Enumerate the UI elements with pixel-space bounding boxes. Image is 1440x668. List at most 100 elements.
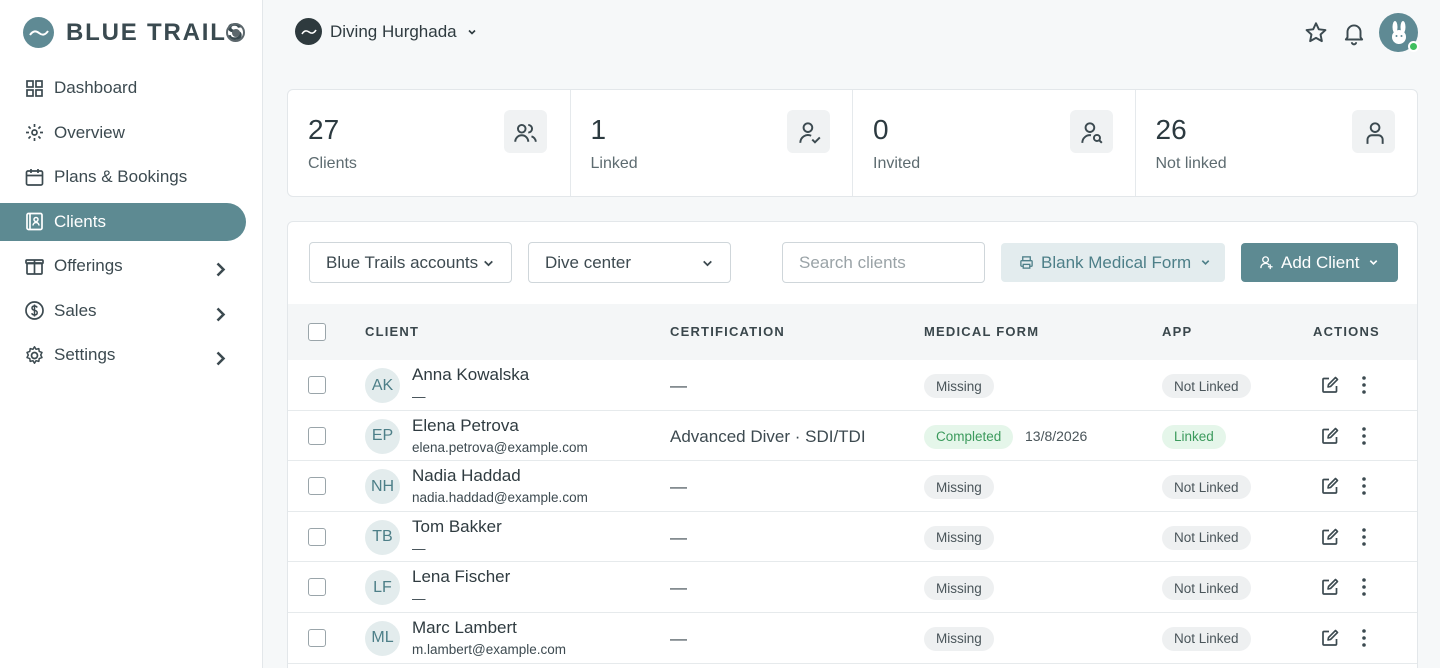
clients-table: CLIENT CERTIFICATION MEDICAL FORM APP AC… bbox=[288, 304, 1417, 664]
header-app[interactable]: APP bbox=[1162, 324, 1192, 339]
user-check-icon bbox=[787, 110, 830, 153]
stat-label: Invited bbox=[873, 155, 921, 172]
row-checkbox[interactable] bbox=[308, 376, 326, 394]
client-certification: Advanced Diver · SDI/TDI bbox=[670, 426, 866, 446]
blank-medical-form-label: Blank Medical Form bbox=[1041, 252, 1192, 272]
client-certification: — bbox=[670, 376, 687, 395]
edit-icon[interactable] bbox=[1320, 628, 1340, 648]
sidebar-toggle-icon[interactable] bbox=[226, 23, 245, 42]
edit-icon[interactable] bbox=[1320, 527, 1340, 547]
chevron-down-icon bbox=[1370, 260, 1378, 266]
client-email: — bbox=[412, 591, 426, 607]
chevron-right-icon bbox=[216, 262, 226, 277]
sidebar-item-settings[interactable]: Settings bbox=[0, 336, 263, 374]
table-row[interactable]: AK Anna Kowalska — — Missing Not Linked bbox=[288, 360, 1417, 411]
search-input[interactable] bbox=[782, 242, 985, 283]
sidebar-item-label: Sales bbox=[54, 300, 97, 320]
stat-invited: 0 Invited bbox=[852, 90, 1135, 196]
app-status-badge: Not Linked bbox=[1162, 626, 1251, 651]
row-checkbox[interactable] bbox=[308, 426, 326, 445]
app-status-badge: Linked bbox=[1162, 424, 1226, 449]
sidebar-item-dashboard[interactable]: Dashboard bbox=[0, 69, 263, 107]
row-checkbox[interactable] bbox=[308, 628, 326, 647]
client-certification: — bbox=[670, 477, 687, 497]
chevron-right-icon bbox=[216, 307, 226, 321]
add-client-button[interactable]: Add Client bbox=[1241, 243, 1398, 282]
account-filter-select[interactable]: Blue Trails accounts bbox=[309, 242, 512, 283]
client-certification: — bbox=[670, 628, 687, 648]
user-icon bbox=[1352, 110, 1395, 153]
printer-icon bbox=[1020, 256, 1033, 269]
row-checkbox[interactable] bbox=[308, 527, 326, 546]
dollar-icon bbox=[25, 301, 44, 320]
client-name[interactable]: Elena Petrova bbox=[412, 416, 519, 436]
medical-form-badge: Missing bbox=[924, 374, 994, 398]
clients-icon bbox=[26, 212, 43, 231]
sidebar-item-offerings[interactable]: Offerings bbox=[0, 247, 263, 285]
account-filter-value: Blue Trails accounts bbox=[326, 252, 479, 272]
bell-icon[interactable] bbox=[1341, 20, 1367, 46]
edit-icon[interactable] bbox=[1320, 577, 1340, 597]
more-vertical-icon[interactable] bbox=[1354, 576, 1374, 598]
client-name[interactable]: Nadia Haddad bbox=[412, 466, 521, 486]
edit-icon[interactable] bbox=[1320, 426, 1340, 446]
client-avatar: NH bbox=[365, 469, 400, 505]
header-client[interactable]: CLIENT bbox=[365, 324, 419, 339]
table-row[interactable]: ML Marc Lambert m.lambert@example.com — Miss… bbox=[288, 613, 1417, 664]
user-plus-icon bbox=[1260, 256, 1273, 270]
brand-logo-icon bbox=[23, 17, 54, 48]
sidebar-item-plans-bookings[interactable]: Plans & Bookings bbox=[0, 158, 263, 196]
more-vertical-icon[interactable] bbox=[1354, 425, 1374, 447]
client-certification: — bbox=[670, 527, 687, 547]
sidebar-item-overview[interactable]: Overview bbox=[0, 114, 263, 152]
medical-form-badge: Missing bbox=[924, 626, 994, 651]
client-avatar: LF bbox=[365, 570, 400, 606]
sidebar-item-label: Clients bbox=[54, 211, 106, 231]
more-vertical-icon[interactable] bbox=[1354, 627, 1374, 649]
blank-medical-form-button[interactable]: Blank Medical Form bbox=[1001, 243, 1225, 282]
sidebar-item-clients[interactable]: Clients bbox=[0, 202, 246, 241]
brand[interactable]: BLUE TRAILS bbox=[23, 17, 244, 48]
table-row[interactable]: EP Elena Petrova elena.petrova@example.com… bbox=[288, 411, 1417, 462]
sidebar-item-sales[interactable]: Sales bbox=[0, 292, 263, 330]
users-icon bbox=[503, 110, 547, 153]
table-row[interactable]: LF Lena Fischer — — Missing Not Linked bbox=[288, 562, 1417, 613]
table-row[interactable]: NH Nadia Haddad nadia.haddad@example.com — M… bbox=[288, 461, 1417, 512]
client-email: — bbox=[412, 540, 426, 556]
chevron-down-icon bbox=[703, 260, 712, 267]
row-checkbox[interactable] bbox=[308, 477, 326, 496]
more-vertical-icon[interactable] bbox=[1354, 475, 1374, 497]
client-name[interactable]: Lena Fischer bbox=[412, 567, 510, 587]
edit-icon[interactable] bbox=[1320, 375, 1340, 395]
more-vertical-icon[interactable] bbox=[1354, 526, 1374, 548]
header-actions: ACTIONS bbox=[1313, 324, 1380, 339]
header-certification[interactable]: CERTIFICATION bbox=[670, 324, 785, 339]
medical-form-badge: Missing bbox=[924, 576, 994, 601]
more-vertical-icon[interactable] bbox=[1354, 374, 1374, 396]
online-status-dot bbox=[1408, 41, 1419, 52]
user-avatar[interactable] bbox=[1379, 13, 1419, 52]
app-status-badge: Not Linked bbox=[1162, 374, 1251, 398]
client-name[interactable]: Anna Kowalska bbox=[412, 365, 529, 385]
client-name[interactable]: Marc Lambert bbox=[412, 618, 517, 638]
client-email: m.lambert@example.com bbox=[412, 641, 566, 657]
star-icon[interactable] bbox=[1303, 20, 1329, 46]
edit-icon[interactable] bbox=[1320, 476, 1340, 496]
dive-center-select[interactable]: Dive center bbox=[528, 242, 731, 283]
sidebar-nav: Dashboard Overview Plans & Bookings Clients… bbox=[0, 69, 263, 381]
app-status-badge: Not Linked bbox=[1162, 576, 1251, 601]
sidebar-item-label: Dashboard bbox=[54, 78, 138, 97]
client-certification: — bbox=[670, 578, 687, 598]
offerings-icon bbox=[25, 258, 44, 275]
org-name: Diving Hurghada bbox=[330, 21, 457, 41]
row-checkbox[interactable] bbox=[308, 578, 326, 597]
chevron-down-icon bbox=[484, 260, 493, 267]
header-medical-form[interactable]: MEDICAL FORM bbox=[924, 324, 1039, 339]
org-switcher[interactable]: Diving Hurghada bbox=[295, 18, 478, 45]
client-name[interactable]: Tom Bakker bbox=[412, 517, 502, 537]
select-all-checkbox[interactable] bbox=[308, 323, 326, 341]
stat-label: Linked bbox=[590, 155, 638, 172]
app-status-badge: Not Linked bbox=[1162, 475, 1251, 500]
table-row[interactable]: TB Tom Bakker — — Missing Not Linked bbox=[288, 512, 1417, 563]
client-avatar: AK bbox=[365, 368, 400, 403]
